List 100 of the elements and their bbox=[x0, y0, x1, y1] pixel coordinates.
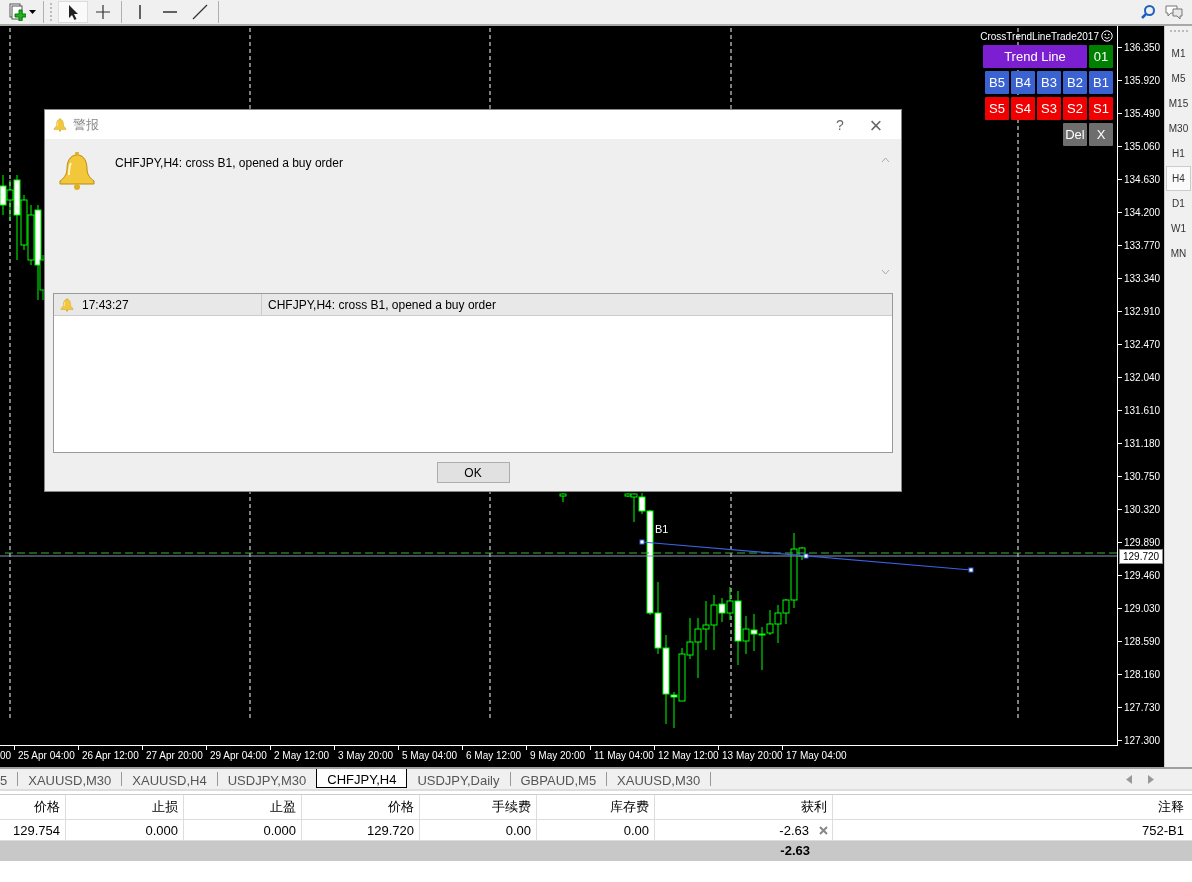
indicator-button[interactable]: B1 bbox=[1089, 71, 1113, 94]
indicator-button[interactable]: S3 bbox=[1037, 97, 1061, 120]
price-label: 128.590 bbox=[1118, 625, 1164, 658]
object-label: B1 bbox=[655, 523, 669, 535]
column-header[interactable]: 价格 bbox=[302, 795, 420, 819]
table-cell: 0.000 bbox=[184, 820, 302, 840]
timeframe-button[interactable]: M15 bbox=[1166, 91, 1191, 116]
table-cell-text: 752-B1 bbox=[1141, 821, 1185, 840]
time-label: 26 Apr 12:00 bbox=[78, 745, 142, 767]
scroll-left-icon[interactable] bbox=[1126, 774, 1132, 784]
column-header[interactable]: 库存费 bbox=[537, 795, 655, 819]
time-label: 00 bbox=[0, 749, 13, 763]
profit-value: -2.63 bbox=[779, 822, 809, 838]
column-header[interactable]: 止盈 bbox=[184, 795, 302, 819]
price-label: 132.040 bbox=[1118, 361, 1164, 394]
timeframe-button[interactable]: D1 bbox=[1166, 191, 1191, 216]
indicator-button[interactable]: Del bbox=[1063, 123, 1087, 146]
time-label: 3 May 20:00 bbox=[334, 745, 398, 767]
chart-tab[interactable]: USDJPY,Daily bbox=[407, 772, 511, 786]
table-cell: 0.00 bbox=[537, 820, 655, 840]
price-label: 133.770 bbox=[1118, 229, 1164, 262]
dialog-title: 警报 bbox=[73, 115, 99, 134]
horizontal-line-icon bbox=[163, 11, 177, 13]
time-label: 6 May 12:00 bbox=[462, 745, 526, 767]
close-button[interactable]: × bbox=[861, 112, 891, 137]
time-label: 17 May 04:00 bbox=[782, 745, 846, 767]
log-message: CHFJPY,H4: cross B1, opened a buy order bbox=[267, 296, 496, 314]
timeframe-button[interactable]: M5 bbox=[1166, 66, 1191, 91]
column-header[interactable]: 手续费 bbox=[420, 795, 537, 819]
indicator-button[interactable]: S4 bbox=[1011, 97, 1035, 120]
column-header[interactable]: 获利 bbox=[655, 795, 833, 819]
indicator-button[interactable]: B2 bbox=[1063, 71, 1087, 94]
bell-icon bbox=[57, 151, 97, 191]
close-icon[interactable] bbox=[819, 825, 828, 835]
chart-tab[interactable]: 5 bbox=[0, 772, 19, 786]
time-label: 27 Apr 20:00 bbox=[142, 745, 206, 767]
timeframe-button[interactable]: H4 bbox=[1166, 166, 1191, 191]
table-cell: 129.720 bbox=[302, 820, 420, 840]
indicator-button[interactable]: S2 bbox=[1063, 97, 1087, 120]
indicator-button[interactable]: B3 bbox=[1037, 71, 1061, 94]
time-label: 12 May 12:00 bbox=[654, 745, 718, 767]
timeframe-button[interactable]: M1 bbox=[1166, 41, 1191, 66]
new-chart-icon bbox=[8, 3, 26, 21]
price-label: 135.920 bbox=[1118, 64, 1164, 97]
price-label: 132.910 bbox=[1118, 295, 1164, 328]
indicator-button[interactable]: S1 bbox=[1089, 97, 1113, 120]
chart-tab[interactable]: CHFJPY,H4 bbox=[316, 769, 408, 788]
help-button[interactable]: ? bbox=[825, 112, 855, 137]
timeframe-button[interactable]: MN bbox=[1166, 241, 1191, 266]
column-header[interactable]: 价格 bbox=[0, 795, 66, 819]
alert-message: CHFJPY,H4: cross B1, opened a buy order bbox=[115, 155, 343, 170]
search-icon bbox=[1140, 4, 1156, 20]
price-label: 132.470 bbox=[1118, 328, 1164, 361]
chart-tab[interactable]: XAUUSD,M30 bbox=[607, 772, 712, 786]
time-label: 25 Apr 04:00 bbox=[14, 745, 78, 767]
table-cell: 0.000 bbox=[66, 820, 184, 840]
timeframe-button[interactable]: H1 bbox=[1166, 141, 1191, 166]
time-label: 2 May 12:00 bbox=[270, 745, 334, 767]
price-label: 131.610 bbox=[1118, 394, 1164, 427]
price-label: 131.180 bbox=[1118, 427, 1164, 460]
scroll-up-icon bbox=[881, 157, 890, 163]
bell-icon bbox=[53, 117, 67, 132]
indicator-button[interactable]: Trend Line bbox=[983, 45, 1087, 68]
table-cell: 0.00 bbox=[420, 820, 537, 840]
chart-tab[interactable]: GBPAUD,M5 bbox=[510, 772, 608, 786]
scroll-down-icon bbox=[881, 269, 890, 275]
price-label: 129.030 bbox=[1118, 592, 1164, 625]
ok-button[interactable]: OK bbox=[436, 462, 510, 483]
indicator-button[interactable]: B4 bbox=[1011, 71, 1035, 94]
scroll-right-icon[interactable] bbox=[1148, 774, 1154, 784]
timeframe-button[interactable]: M30 bbox=[1166, 116, 1191, 141]
timeframe-button[interactable]: W1 bbox=[1166, 216, 1191, 241]
price-label: 127.730 bbox=[1118, 691, 1164, 724]
column-header[interactable]: 注释 bbox=[833, 795, 1192, 819]
price-label: 133.340 bbox=[1118, 262, 1164, 295]
price-label: 134.200 bbox=[1118, 196, 1164, 229]
indicator-button[interactable]: 01 bbox=[1089, 45, 1113, 68]
trend-line[interactable] bbox=[639, 539, 974, 573]
candle bbox=[559, 492, 567, 503]
time-label: 5 May 04:00 bbox=[398, 745, 462, 767]
indicator-button[interactable]: S5 bbox=[985, 97, 1009, 120]
price-label: 134.630 bbox=[1118, 163, 1164, 196]
chart-tab[interactable]: XAUUSD,H4 bbox=[122, 772, 218, 786]
time-label: 11 May 04:00 bbox=[590, 745, 654, 767]
column-header[interactable]: 止损 bbox=[66, 795, 184, 819]
price-label: 128.160 bbox=[1118, 658, 1164, 691]
price-label: 135.060 bbox=[1118, 130, 1164, 163]
time-label: 9 May 20:00 bbox=[526, 745, 590, 767]
tool-button[interactable] bbox=[58, 1, 88, 23]
price-label: 135.490 bbox=[1118, 97, 1164, 130]
time-label: 13 May 20:00 bbox=[718, 745, 782, 767]
chat-icon bbox=[1164, 4, 1184, 20]
smiley-icon bbox=[1101, 30, 1113, 42]
crosshair-icon bbox=[94, 3, 112, 21]
indicator-button[interactable]: B5 bbox=[985, 71, 1009, 94]
time-label: 29 Apr 04:00 bbox=[206, 745, 270, 767]
total-profit: -2.63 bbox=[779, 842, 810, 860]
indicator-button[interactable]: X bbox=[1089, 123, 1113, 146]
chart-tab[interactable]: XAUUSD,M30 bbox=[18, 772, 123, 786]
table-cell: 129.754 bbox=[0, 820, 66, 840]
